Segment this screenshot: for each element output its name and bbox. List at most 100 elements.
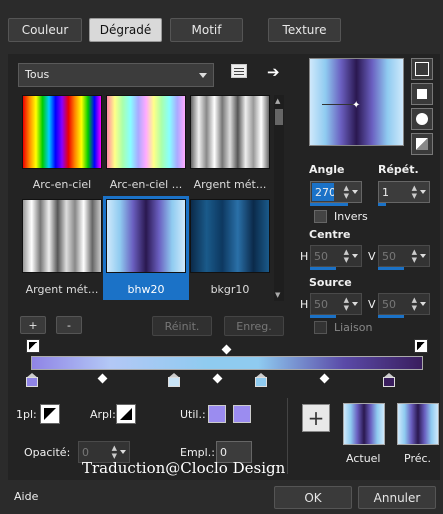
angle-input[interactable]	[312, 183, 334, 201]
chevron-down-icon[interactable]	[352, 302, 358, 306]
opacity-label: Opacité:	[24, 446, 71, 459]
center-h-label: H	[300, 250, 309, 263]
chevron-down-icon[interactable]	[352, 190, 358, 194]
gradient-thumb-rainbow-pastel[interactable]	[106, 95, 186, 169]
chevron-down-icon[interactable]	[120, 450, 126, 454]
background-icon[interactable]	[116, 404, 136, 424]
repeat-field[interactable]: ▲▼	[378, 181, 430, 203]
gradient-thumb-bkgr10[interactable]	[190, 199, 270, 273]
center-h-field[interactable]: ▲▼	[310, 245, 362, 267]
background-label: Arpl:	[90, 408, 116, 421]
spin-updown-icon[interactable]: ▲ ▼	[344, 184, 349, 200]
invert-label: Invers	[334, 210, 368, 223]
previous-label: Préc.	[404, 452, 432, 465]
source-v-slider[interactable]	[378, 315, 404, 318]
ok-button[interactable]: OK	[274, 486, 352, 509]
gradient-thumb-silver-1[interactable]	[190, 95, 270, 169]
user-color-swatch-1[interactable]	[208, 405, 226, 423]
divider	[287, 398, 288, 474]
thumbnail-scrollbar[interactable]: ▲ ▼	[274, 95, 284, 301]
style-sunburst-icon[interactable]	[411, 133, 433, 155]
gradient-thumb-silver-2[interactable]	[22, 199, 102, 273]
user-label: Util.:	[180, 408, 206, 421]
spin-updown-icon[interactable]: ▲ ▼	[344, 296, 349, 312]
opacity-stop-left[interactable]	[26, 339, 40, 353]
gradient-label: Arc-en-ciel ...	[109, 178, 183, 191]
add-button[interactable]: +	[20, 316, 46, 334]
chevron-down-icon[interactable]	[420, 254, 426, 258]
arrow-right-icon[interactable]: ➔	[267, 63, 280, 81]
gradient-label: Argent mét...	[25, 283, 99, 296]
chevron-down-icon[interactable]	[420, 190, 426, 194]
current-label: Actuel	[346, 452, 381, 465]
spin-updown-icon[interactable]: ▲ ▼	[412, 296, 417, 312]
category-value: Tous	[25, 68, 50, 81]
source-h-field[interactable]: ▲▼	[310, 293, 362, 315]
source-v-label: V	[368, 298, 376, 311]
center-v-slider[interactable]	[378, 267, 404, 270]
scroll-thumb[interactable]	[275, 109, 283, 125]
scroll-up-icon[interactable]: ▲	[275, 97, 280, 105]
previous-gradient-swatch[interactable]	[397, 403, 439, 445]
location-label: Empl.:	[180, 446, 215, 459]
color-stop-2[interactable]	[168, 373, 180, 387]
reset-button[interactable]: Réinit.	[152, 316, 212, 336]
scroll-down-icon[interactable]: ▼	[275, 291, 280, 299]
color-stop-4[interactable]	[383, 373, 395, 387]
tab-texture[interactable]: Texture	[268, 18, 341, 42]
style-rect-icon[interactable]	[411, 83, 433, 105]
source-h-slider[interactable]	[310, 315, 336, 318]
gradient-label: Arc-en-ciel	[32, 178, 92, 191]
gradient-thumb-rainbow[interactable]	[22, 95, 102, 169]
angle-label: Angle	[309, 163, 345, 176]
cancel-button[interactable]: Annuler	[358, 486, 436, 509]
center-v-field[interactable]: ▲▼	[378, 245, 430, 267]
first-plan-label: 1pl:	[16, 408, 37, 421]
save-button[interactable]: Enreg.	[224, 316, 284, 336]
spin-updown-icon[interactable]: ▲ ▼	[412, 184, 417, 200]
user-color-swatch-2[interactable]	[233, 405, 251, 423]
link-label: Liaison	[334, 321, 373, 334]
file-icon[interactable]	[231, 64, 247, 78]
current-gradient-swatch[interactable]	[343, 403, 385, 445]
source-v-field[interactable]: ▲▼	[378, 293, 430, 315]
color-stop-1[interactable]	[26, 373, 38, 387]
style-linear-icon[interactable]	[411, 58, 433, 80]
gradient-label: bhw20	[127, 283, 165, 296]
watermark-text: Traduction@Cloclo Design	[82, 459, 286, 477]
gradient-label: bkgr10	[210, 283, 250, 296]
source-label: Source	[309, 276, 352, 289]
category-dropdown[interactable]: Tous	[18, 63, 214, 87]
spin-updown-icon[interactable]: ▲ ▼	[344, 248, 349, 264]
tab-degrade[interactable]: Dégradé	[89, 18, 162, 42]
gradient-thumb-bhw20[interactable]	[106, 199, 186, 273]
opacity-stop-right[interactable]	[414, 339, 428, 353]
repeat-label: Répét.	[378, 163, 419, 176]
gradient-preview[interactable]: ✦	[309, 58, 404, 146]
chevron-down-icon[interactable]	[420, 302, 426, 306]
remove-button[interactable]: -	[56, 316, 82, 334]
invert-checkbox[interactable]	[314, 210, 327, 223]
gradient-label: Argent mét...	[193, 178, 267, 191]
chevron-down-icon[interactable]	[352, 254, 358, 258]
link-checkbox[interactable]	[314, 321, 327, 334]
spin-updown-icon[interactable]: ▲ ▼	[112, 444, 117, 460]
style-radial-icon[interactable]	[411, 108, 433, 130]
source-h-label: H	[300, 298, 309, 311]
angle-field[interactable]: ▲▼	[310, 181, 362, 203]
spin-updown-icon[interactable]: ▲ ▼	[412, 248, 417, 264]
gradient-editor-bar[interactable]	[31, 356, 423, 370]
angle-handle-icon[interactable]: ✦	[352, 100, 360, 111]
tab-couleur[interactable]: Couleur	[8, 18, 82, 42]
help-label[interactable]: Aide	[14, 490, 38, 503]
tab-motif[interactable]: Motif	[170, 18, 243, 42]
chevron-down-icon	[199, 73, 207, 78]
first-plan-icon[interactable]	[40, 404, 60, 424]
color-stop-3[interactable]	[255, 373, 267, 387]
center-v-label: V	[368, 250, 376, 263]
angle-slider[interactable]	[310, 203, 348, 206]
add-swatch-icon[interactable]: +	[302, 404, 330, 432]
center-h-slider[interactable]	[310, 267, 336, 270]
repeat-slider[interactable]	[378, 203, 386, 206]
center-label: Centre	[309, 228, 351, 241]
